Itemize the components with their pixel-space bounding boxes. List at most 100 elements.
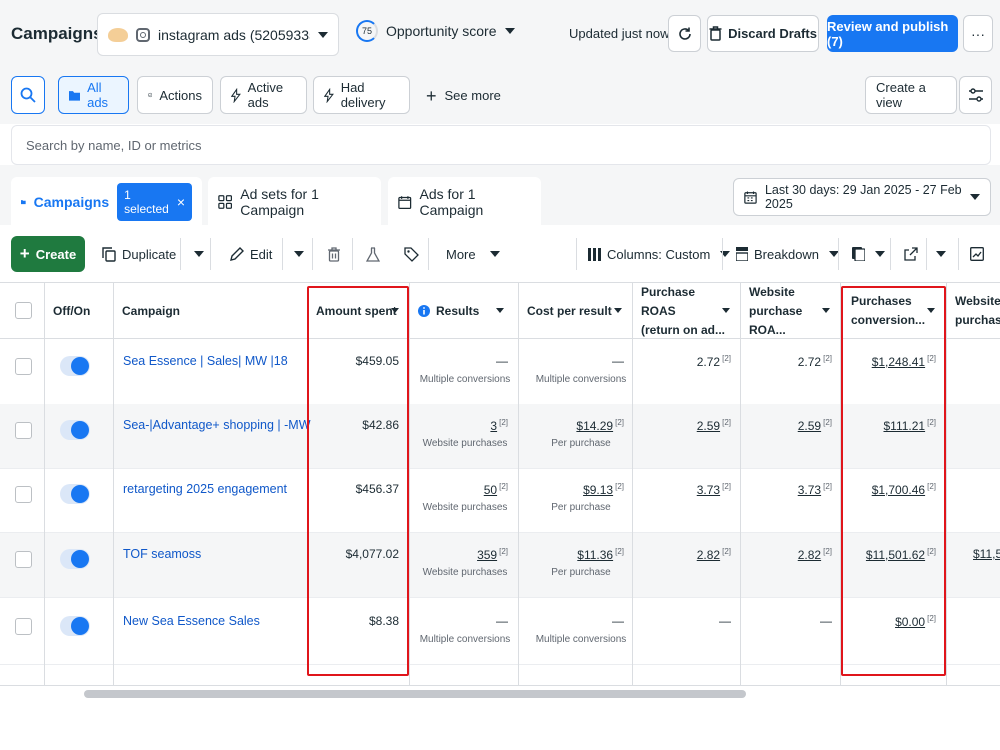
row-checkbox[interactable] (15, 618, 32, 635)
campaign-toggle[interactable] (60, 356, 90, 376)
metric-web_roas[interactable]: 2.82 [2] (798, 547, 832, 562)
table-row[interactable]: New Sea Essence Sales $8.38 — Multiple conv… (0, 600, 1000, 665)
metric-cpr[interactable]: $9.13 [2] (583, 482, 624, 497)
campaign-toggle[interactable] (60, 484, 90, 504)
selected-chip[interactable]: 1 selected × (117, 183, 192, 221)
footnote-marker: [2] (615, 418, 624, 427)
chart-icon (970, 247, 984, 261)
metric-results[interactable]: 50 [2] (484, 482, 508, 497)
column-header-results[interactable]: Results (410, 283, 514, 339)
row-checkbox[interactable] (15, 422, 32, 439)
filter-all-ads[interactable]: All ads (58, 76, 129, 114)
filter-actions[interactable]: Actions (137, 76, 213, 114)
toolbar-divider (722, 238, 723, 270)
row-checkbox[interactable] (15, 486, 32, 503)
opportunity-score[interactable]: 75 Opportunity score (356, 20, 515, 42)
campaign-toggle[interactable] (60, 549, 90, 569)
search-toggle-button[interactable] (11, 76, 45, 114)
chart-button[interactable] (962, 236, 992, 272)
metric-purchases_conv[interactable]: $111.21 [2] (883, 418, 936, 433)
column-header-label: Purchases (851, 294, 912, 308)
export-dropdown[interactable] (928, 236, 954, 272)
campaign-name-link[interactable]: New Sea Essence Sales (123, 614, 260, 628)
metric-roas[interactable]: 2.82 [2] (697, 547, 731, 562)
metric-sublabel: Multiple conversions (419, 634, 511, 645)
see-more-label: See more (444, 88, 501, 103)
columns-button[interactable]: Columns: Custom (580, 236, 738, 272)
footnote-marker: [2] (927, 482, 936, 491)
column-header-website-roas[interactable]: Website purchase ROA... (741, 283, 840, 339)
metric-web_roas[interactable]: 3.73 [2] (798, 482, 832, 497)
table-row[interactable]: Sea Essence | Sales| MW |18 $459.05 — Multi… (0, 340, 1000, 405)
metric-purchases_conv[interactable]: $1,700.46 [2] (872, 482, 936, 497)
breakdown-button[interactable]: Breakdown (728, 236, 847, 272)
campaign-name-link[interactable]: Sea-|Advantage+ shopping | -MW (123, 418, 311, 432)
test-button[interactable] (358, 236, 388, 272)
more-options-button[interactable]: ··· (963, 15, 993, 52)
create-view-button[interactable]: Create a view (865, 76, 957, 114)
duplicate-button[interactable]: Duplicate (94, 236, 184, 272)
campaign-name-link[interactable]: TOF seamoss (123, 547, 201, 561)
row-checkbox[interactable] (15, 551, 32, 568)
column-header-purchases-conversion[interactable]: Purchases conversion... (843, 283, 945, 339)
search-input[interactable] (26, 137, 976, 153)
sort-caret-icon (722, 308, 730, 313)
edit-dropdown[interactable] (286, 236, 312, 272)
column-header-campaign[interactable]: Campaign (114, 283, 307, 339)
see-more-button[interactable]: + See more (426, 87, 501, 105)
tab-ad-sets[interactable]: Ad sets for 1 Campaign (208, 177, 381, 227)
tag-button[interactable] (396, 236, 427, 272)
create-button[interactable]: + Create (11, 236, 85, 272)
export-button[interactable] (896, 236, 926, 272)
date-range-picker[interactable]: Last 30 days: 29 Jan 2025 - 27 Feb 2025 (733, 178, 991, 216)
filter-settings-button[interactable] (959, 76, 992, 114)
column-header-offon[interactable]: Off/On (45, 283, 113, 339)
date-range-label: Last 30 days: 29 Jan 2025 - 27 Feb 2025 (764, 183, 962, 211)
column-header-label: Cost per result (527, 303, 612, 318)
column-header-purchase-roas[interactable]: Purchase ROAS (return on ad... (633, 283, 740, 339)
metric-purchases_conv[interactable]: $1,248.41 [2] (872, 354, 936, 369)
duplicate-icon (102, 246, 116, 262)
campaign-name-link[interactable]: retargeting 2025 engagement (123, 482, 287, 496)
delete-button[interactable] (320, 236, 348, 272)
duplicate-dropdown[interactable] (186, 236, 212, 272)
row-checkbox[interactable] (15, 358, 32, 375)
horizontal-scrollbar[interactable] (84, 690, 746, 698)
tab-ads[interactable]: Ads for 1 Campaign (388, 177, 541, 227)
chevron-down-icon (318, 31, 328, 38)
column-header-website-purchase[interactable]: Website purchase (947, 283, 1000, 339)
discard-drafts-button[interactable]: Discard Drafts (707, 15, 819, 52)
metric-web_purchase[interactable]: $11,5 (973, 547, 1000, 561)
close-icon[interactable]: × (177, 194, 185, 210)
metric-web_roas[interactable]: 2.59 [2] (798, 418, 832, 433)
table-row[interactable]: retargeting 2025 engagement $456.37 50 [2] W… (0, 468, 1000, 533)
folder-icon (21, 200, 26, 205)
tab-campaigns[interactable]: Campaigns 1 selected × (11, 177, 202, 227)
metric-purchases_conv[interactable]: $0.00 [2] (895, 614, 936, 629)
metric-cpr[interactable]: $11.36 [2] (577, 547, 624, 562)
table-row[interactable]: TOF seamoss $4,077.02 359 [2] Website purcha… (0, 533, 1000, 598)
reports-button[interactable] (844, 236, 893, 272)
more-actions-button[interactable]: More (438, 236, 508, 272)
campaign-toggle[interactable] (60, 420, 90, 440)
metric-roas[interactable]: 3.73 [2] (697, 482, 731, 497)
metric-purchases_conv[interactable]: $11,501.62 [2] (866, 547, 936, 562)
metric-results[interactable]: 359 [2] (477, 547, 508, 562)
metric-results[interactable]: 3 [2] (490, 418, 508, 433)
account-selector[interactable]: instagram ads (520593359... (97, 13, 339, 56)
edit-button[interactable]: Edit (222, 236, 280, 272)
create-label: Create (35, 246, 77, 262)
columns-icon (588, 247, 601, 261)
select-all-checkbox[interactable] (15, 302, 32, 319)
filter-had-delivery[interactable]: Had delivery (313, 76, 410, 114)
review-publish-button[interactable]: Review and publish (7) (827, 15, 958, 52)
column-header-amount-spent[interactable]: Amount spent (308, 283, 409, 339)
refresh-button[interactable] (668, 15, 701, 52)
column-header-cost-per-result[interactable]: Cost per result (519, 283, 632, 339)
metric-cpr[interactable]: $14.29 [2] (576, 418, 624, 433)
table-row[interactable]: Sea-|Advantage+ shopping | -MW $42.86 3 [2]… (0, 404, 1000, 469)
metric-roas[interactable]: 2.59 [2] (697, 418, 731, 433)
campaign-name-link[interactable]: Sea Essence | Sales| MW |18 (123, 354, 288, 368)
filter-active-ads[interactable]: Active ads (220, 76, 307, 114)
campaign-toggle[interactable] (60, 616, 90, 636)
